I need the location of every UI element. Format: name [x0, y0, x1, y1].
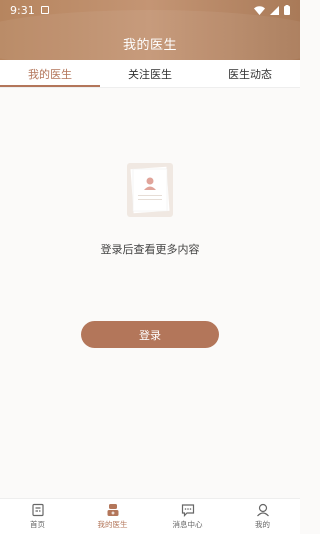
empty-message: 登录后查看更多内容 — [100, 243, 200, 256]
nav-item-my-doctors[interactable]: 我的医生 — [75, 499, 150, 534]
nav-item-home[interactable]: 首页 — [0, 499, 75, 534]
battery-icon — [284, 5, 290, 15]
tab-label: 我的医生 — [28, 67, 72, 81]
document-avatar-icon — [127, 163, 173, 217]
signal-icon — [270, 5, 279, 15]
profile-icon — [256, 503, 269, 517]
tab-label: 关注医生 — [128, 67, 172, 81]
status-bar: 9:31 — [0, 0, 300, 20]
message-icon — [181, 504, 194, 517]
nav-label: 消息中心 — [172, 520, 203, 529]
login-button-label: 登录 — [139, 328, 161, 342]
nav-label: 我的 — [255, 520, 270, 529]
notification-icon — [40, 6, 49, 14]
wifi-icon — [254, 5, 265, 15]
tab-followed-doctors[interactable]: 关注医生 — [100, 60, 200, 87]
tab-my-doctors[interactable]: 我的医生 — [0, 60, 100, 87]
status-time: 9:31 — [10, 3, 35, 17]
nav-item-messages[interactable]: 消息中心 — [150, 499, 225, 534]
nav-label: 我的医生 — [97, 520, 128, 529]
home-icon — [31, 503, 44, 517]
tab-bar: 我的医生 关注医生 医生动态 — [0, 60, 300, 88]
tab-label: 医生动态 — [228, 67, 272, 81]
page-title: 我的医生 — [122, 38, 177, 53]
bottom-nav: 首页 我的医生 消息中心 我的 — [0, 498, 300, 534]
tab-doctor-news[interactable]: 医生动态 — [200, 60, 300, 87]
doctor-icon — [107, 504, 118, 516]
login-button[interactable]: 登录 — [81, 321, 219, 348]
nav-label: 首页 — [30, 520, 45, 529]
nav-item-profile[interactable]: 我的 — [225, 499, 300, 534]
header: 9:31 我的医生 — [0, 0, 300, 60]
